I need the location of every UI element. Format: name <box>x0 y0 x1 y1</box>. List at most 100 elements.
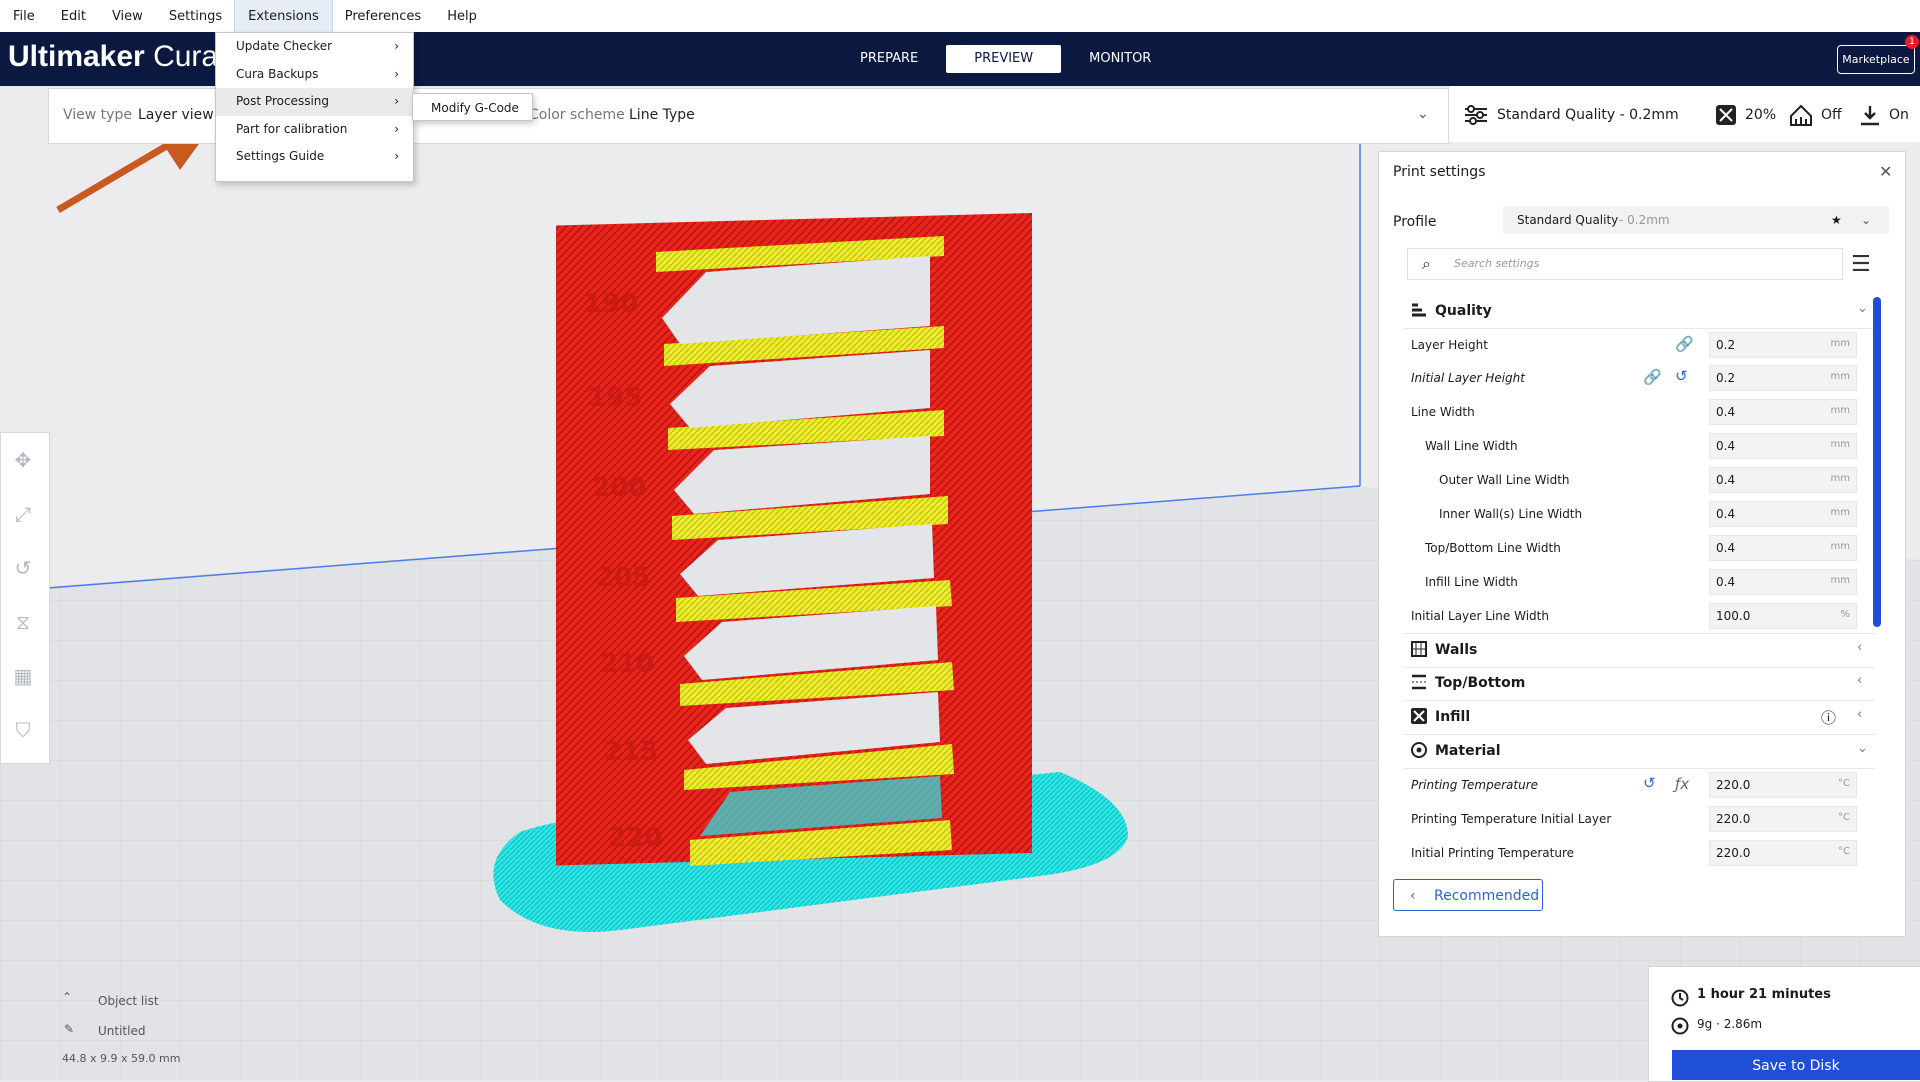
setting-input[interactable]: 0.4 mm <box>1709 467 1857 493</box>
support-blocker-icon[interactable]: ⛉ <box>10 717 36 743</box>
profile-summary[interactable]: Standard Quality - 0.2mm <box>1463 104 1679 126</box>
chevron-left-icon: ‹ <box>1857 640 1863 655</box>
profile-select[interactable]: Standard Quality - 0.2mm ★ ⌄ <box>1503 206 1889 234</box>
per-model-settings-icon[interactable]: ▦ <box>10 663 36 689</box>
chevron-down-icon[interactable]: ⌄ <box>1417 106 1429 122</box>
tool-panel: ✥ ⤢ ↺ ⧖ ▦ ⛉ <box>0 432 50 764</box>
reset-icon[interactable]: ↺ <box>1675 367 1688 385</box>
adhesion-summary[interactable]: On <box>1859 104 1909 126</box>
category-walls[interactable]: Walls ‹ <box>1403 633 1875 668</box>
setting-input[interactable]: 0.2 mm <box>1709 332 1857 358</box>
category-quality[interactable]: Quality ⌄ <box>1403 295 1875 329</box>
extensions-menu: Update Checker › Cura Backups › Post Proce… <box>215 32 414 182</box>
pencil-icon: ✎ <box>64 1022 75 1036</box>
tower-label: 220 <box>608 823 662 853</box>
marketplace-button[interactable]: Marketplace <box>1837 45 1915 74</box>
menu-help[interactable]: Help <box>434 0 490 32</box>
menu-extensions[interactable]: Extensions <box>234 0 333 33</box>
settings-menu-icon[interactable]: ☰ <box>1851 252 1871 277</box>
mirror-tool-icon[interactable]: ⧖ <box>10 609 36 635</box>
setting-row: Inner Wall(s) Line Width 0.4 mm <box>1403 498 1875 531</box>
info-icon[interactable]: ⓘ <box>1821 707 1836 728</box>
link-icon: 🔗 <box>1643 368 1662 386</box>
menu-item-label: Cura Backups <box>236 66 319 81</box>
spool-icon <box>1671 1017 1689 1035</box>
category-label: Walls <box>1435 642 1478 658</box>
setting-unit: mm <box>1830 507 1850 518</box>
rotate-tool-icon[interactable]: ↺ <box>10 555 36 581</box>
menu-view[interactable]: View <box>99 0 156 32</box>
star-icon[interactable]: ★ <box>1831 206 1842 234</box>
menu-item-update-checker[interactable]: Update Checker › <box>216 33 413 61</box>
menu-item-part-for-calibration[interactable]: Part for calibration › <box>216 116 413 144</box>
recommended-button[interactable]: ‹ Recommended <box>1393 879 1543 911</box>
setting-input[interactable]: 100.0% <box>1709 603 1857 629</box>
setting-input[interactable]: 0.2 mm <box>1709 365 1857 391</box>
setting-input[interactable]: 220.0 °C <box>1709 772 1857 798</box>
menu-item-label: Post Processing <box>236 94 329 108</box>
setting-unit: °C <box>1838 812 1850 823</box>
category-label: Top/Bottom <box>1435 675 1526 691</box>
chevron-right-icon: › <box>394 121 399 136</box>
setting-row: Top/Bottom Line Width 0.4 mm <box>1403 532 1875 565</box>
setting-row: Layer Height 🔗 0.2 mm <box>1403 329 1875 362</box>
category-label: Material <box>1435 743 1501 759</box>
menu-item-post-processing[interactable]: Post Processing › <box>216 88 413 116</box>
save-to-disk-button[interactable]: Save to Disk <box>1672 1050 1920 1080</box>
chevron-left-icon: ‹ <box>1857 707 1863 722</box>
object-name[interactable]: Untitled <box>98 1024 145 1038</box>
stage-tabs: PREPARE PREVIEW MONITOR <box>832 45 1179 73</box>
menu-file[interactable]: File <box>0 0 48 32</box>
object-list-header[interactable]: Object list <box>98 994 159 1008</box>
scale-tool-icon[interactable]: ⤢ <box>10 501 36 527</box>
print-setup-bar[interactable]: Standard Quality - 0.2mm 20% Off On <box>1448 86 1920 142</box>
menu-item-settings-guide[interactable]: Settings Guide › <box>216 143 413 171</box>
setting-label: Infill Line Width <box>1425 575 1518 589</box>
setting-label: Layer Height <box>1411 338 1488 352</box>
chevron-left-icon: ‹ <box>1410 888 1416 904</box>
category-top-bottom[interactable]: Top/Bottom ‹ <box>1403 667 1875 701</box>
setting-row: Infill Line Width 0.4 mm <box>1403 566 1875 599</box>
setting-input[interactable]: 0.4 mm <box>1709 501 1857 527</box>
category-material[interactable]: Material ⌄ <box>1403 735 1875 769</box>
setting-label: Printing Temperature Initial Layer <box>1411 812 1612 826</box>
move-tool-icon[interactable]: ✥ <box>10 447 36 473</box>
close-icon[interactable]: ✕ <box>1879 162 1892 181</box>
color-scheme-select[interactable]: Line Type <box>629 107 695 123</box>
menu-edit[interactable]: Edit <box>48 0 99 32</box>
settings-scrollbar[interactable] <box>1873 297 1881 627</box>
menu-item-modify-gcode[interactable]: Modify G-Code <box>412 93 533 121</box>
chevron-up-icon[interactable]: ⌃ <box>62 990 72 1004</box>
view-type-label: View type <box>63 107 132 123</box>
setting-unit: mm <box>1830 473 1850 484</box>
menu-item-cura-backups[interactable]: Cura Backups › <box>216 61 413 89</box>
setting-input[interactable]: 0.4 mm <box>1709 535 1857 561</box>
logo-bold-text: Ultimaker <box>8 40 145 73</box>
support-summary-text: Off <box>1821 107 1842 123</box>
search-input[interactable]: ⌕ Search settings <box>1407 248 1843 280</box>
setting-input[interactable]: 0.4 mm <box>1709 399 1857 425</box>
setting-value: 100.0 <box>1716 609 1751 623</box>
reset-icon[interactable]: ↺ <box>1643 774 1656 792</box>
tab-preview[interactable]: PREVIEW <box>946 45 1062 73</box>
setting-input[interactable]: 0.4 mm <box>1709 569 1857 595</box>
tower-label: 205 <box>596 563 650 593</box>
setting-value: 220.0 <box>1716 846 1751 860</box>
setting-row: Initial Layer Height 🔗 ↺ 0.2 mm <box>1403 362 1875 395</box>
tab-prepare[interactable]: PREPARE <box>832 45 946 73</box>
tab-monitor[interactable]: MONITOR <box>1061 45 1179 73</box>
profile-summary-text: Standard Quality - 0.2mm <box>1497 107 1679 123</box>
infill-summary[interactable]: 20% <box>1715 104 1776 126</box>
menu-preferences[interactable]: Preferences <box>332 0 434 32</box>
support-icon <box>1790 104 1812 126</box>
setting-input[interactable]: 220.0 °C <box>1709 840 1857 866</box>
menu-settings[interactable]: Settings <box>156 0 235 32</box>
setting-unit: °C <box>1838 846 1850 857</box>
setting-input[interactable]: 0.4 mm <box>1709 433 1857 459</box>
chevron-right-icon: › <box>394 149 399 163</box>
category-infill[interactable]: Infill ⓘ ‹ <box>1403 701 1875 735</box>
view-type-select[interactable]: Layer view <box>138 107 214 123</box>
setting-input[interactable]: 220.0 °C <box>1709 806 1857 832</box>
support-summary[interactable]: Off <box>1789 104 1842 126</box>
chevron-down-icon[interactable]: ⌄ <box>1861 206 1871 234</box>
